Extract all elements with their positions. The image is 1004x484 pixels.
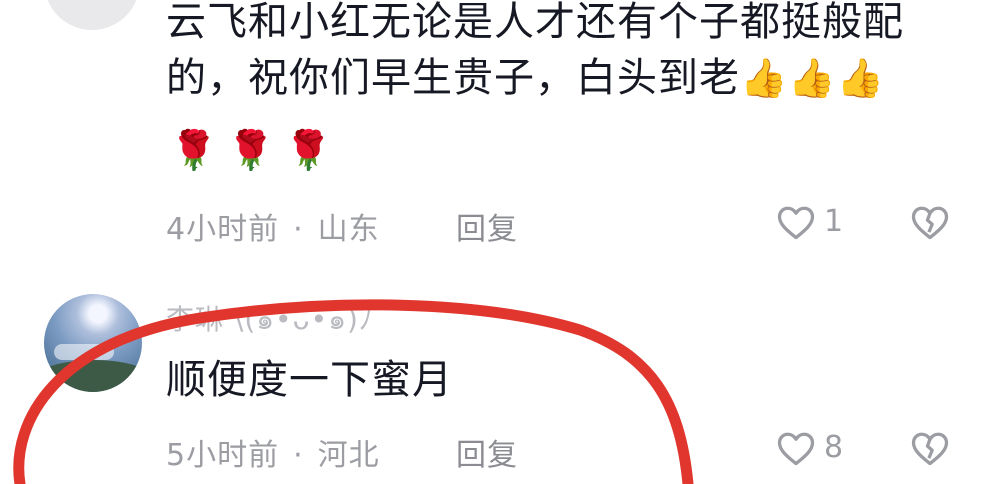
annotation-circle: [13, 299, 694, 484]
